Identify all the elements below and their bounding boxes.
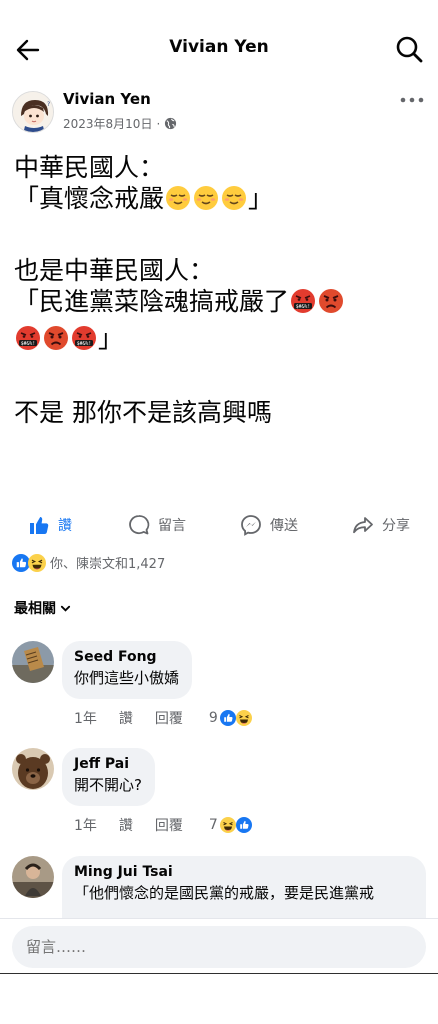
top-app-bar: Vivian Yen: [0, 0, 438, 98]
post-header: ? Vivian Yen 2023年8月10日 ·: [12, 88, 426, 136]
post-line: 「民進黨菜陰魂搞戒嚴了: [14, 286, 426, 317]
comment-composer: [0, 918, 438, 974]
share-arrow-icon: [353, 517, 373, 534]
haha-reaction-icon: [235, 710, 252, 726]
like-button[interactable]: 讚: [28, 514, 72, 536]
comment-text: 開不開心?: [74, 776, 142, 794]
author-avatar[interactable]: ?: [12, 91, 54, 133]
comment-age: 1年: [74, 818, 97, 834]
reaction-count: 你、陳崇文和1,427: [50, 557, 166, 572]
chevron-down-icon: [60, 605, 71, 612]
send-label: 傳送: [270, 518, 298, 534]
send-button[interactable]: 傳送: [240, 514, 298, 536]
post-line: 「真懷念戒嚴」: [14, 184, 274, 213]
comment-item: Ming Jui Tsai 「他們懷念的是國民黨的戒嚴，要是民進黨戒: [12, 856, 426, 918]
like-reaction-icon: [235, 817, 252, 833]
commenter-name[interactable]: Jeff Pai: [74, 756, 142, 772]
messenger-icon: [241, 515, 261, 536]
post-text: 中華民國人： 「真懷念戒嚴」 也是中華民國人： 「民進黨菜陰魂搞戒嚴了 」 不是…: [14, 152, 426, 428]
comment-reaction-count[interactable]: 9: [209, 710, 218, 726]
commenter-avatar[interactable]: [12, 748, 54, 790]
comment-text: 「他們懷念的是國民黨的戒嚴，要是民進黨戒: [74, 884, 375, 902]
more-horizontal-icon[interactable]: [398, 90, 426, 110]
commenter-avatar[interactable]: [12, 856, 54, 898]
comment-bubble-icon: [129, 515, 150, 535]
comment-bubble[interactable]: Seed Fong 你們這些小傲嬌: [62, 641, 193, 699]
comment-sort-dropdown[interactable]: 最相關: [14, 598, 71, 618]
share-button[interactable]: 分享: [352, 514, 410, 536]
post-line: 也是中華民國人：: [14, 256, 215, 285]
comment-bubble[interactable]: Jeff Pai 開不開心?: [62, 748, 155, 806]
relieved-face-icon: [165, 185, 191, 211]
reaction-summary[interactable]: 你、陳崇文和1,427: [12, 553, 165, 572]
commenter-avatar[interactable]: [12, 641, 54, 683]
like-reaction-icon: [219, 710, 236, 726]
sort-label: 最相關: [14, 601, 56, 617]
page-title: Vivian Yen: [169, 37, 269, 57]
post-line: 」: [14, 323, 426, 354]
comment-like-button[interactable]: 讚: [119, 815, 133, 835]
thumbs-up-icon: [30, 517, 49, 534]
like-label: 讚: [58, 518, 72, 534]
post-line: 不是 那你不是該高興嗎: [14, 398, 272, 427]
comment-text: 你們這些小傲嬌: [74, 669, 180, 687]
meta-separator: ·: [156, 116, 161, 131]
cursing-face-icon: [15, 325, 41, 351]
comment-item: Seed Fong 你們這些小傲嬌 1年 讚 回覆 9: [12, 641, 426, 731]
cursing-face-icon: [71, 325, 97, 351]
share-label: 分享: [382, 518, 410, 534]
angry-face-icon: [318, 288, 344, 314]
comment-bubble[interactable]: Ming Jui Tsai 「他們懷念的是國民黨的戒嚴，要是民進黨戒: [62, 856, 426, 918]
post-actions-bar: 讚 留言 傳送 分享: [0, 508, 438, 544]
svg-text:?: ?: [47, 101, 50, 108]
comment-label: 留言: [158, 518, 186, 534]
relieved-face-icon: [193, 185, 219, 211]
search-icon[interactable]: [394, 34, 424, 64]
comment-button[interactable]: 留言: [128, 514, 186, 536]
comment-meta: 1年 讚 回覆 7: [74, 815, 252, 835]
comment-reply-button[interactable]: 回覆: [155, 815, 183, 835]
angry-face-icon: [43, 325, 69, 351]
comment-reaction-count[interactable]: 7: [209, 817, 218, 833]
post-date[interactable]: 2023年8月10日: [63, 115, 152, 132]
post-author-name[interactable]: Vivian Yen: [63, 90, 151, 108]
comment-meta: 1年 讚 回覆 9: [74, 708, 252, 728]
comment-item: Jeff Pai 開不開心? 1年 讚 回覆 7: [12, 748, 426, 838]
globe-icon: [165, 117, 177, 130]
comment-reply-button[interactable]: 回覆: [155, 708, 183, 728]
comment-age: 1年: [74, 711, 97, 727]
commenter-name[interactable]: Ming Jui Tsai: [74, 864, 413, 880]
relieved-face-icon: [221, 185, 247, 211]
post-meta: 2023年8月10日 ·: [63, 115, 177, 132]
haha-reaction-icon: [28, 553, 46, 572]
cursing-face-icon: [290, 288, 316, 314]
post-line: 中華民國人：: [14, 153, 165, 182]
comment-like-button[interactable]: 讚: [119, 708, 133, 728]
comment-input[interactable]: [12, 926, 426, 968]
commenter-name[interactable]: Seed Fong: [74, 649, 179, 665]
haha-reaction-icon: [219, 817, 236, 833]
